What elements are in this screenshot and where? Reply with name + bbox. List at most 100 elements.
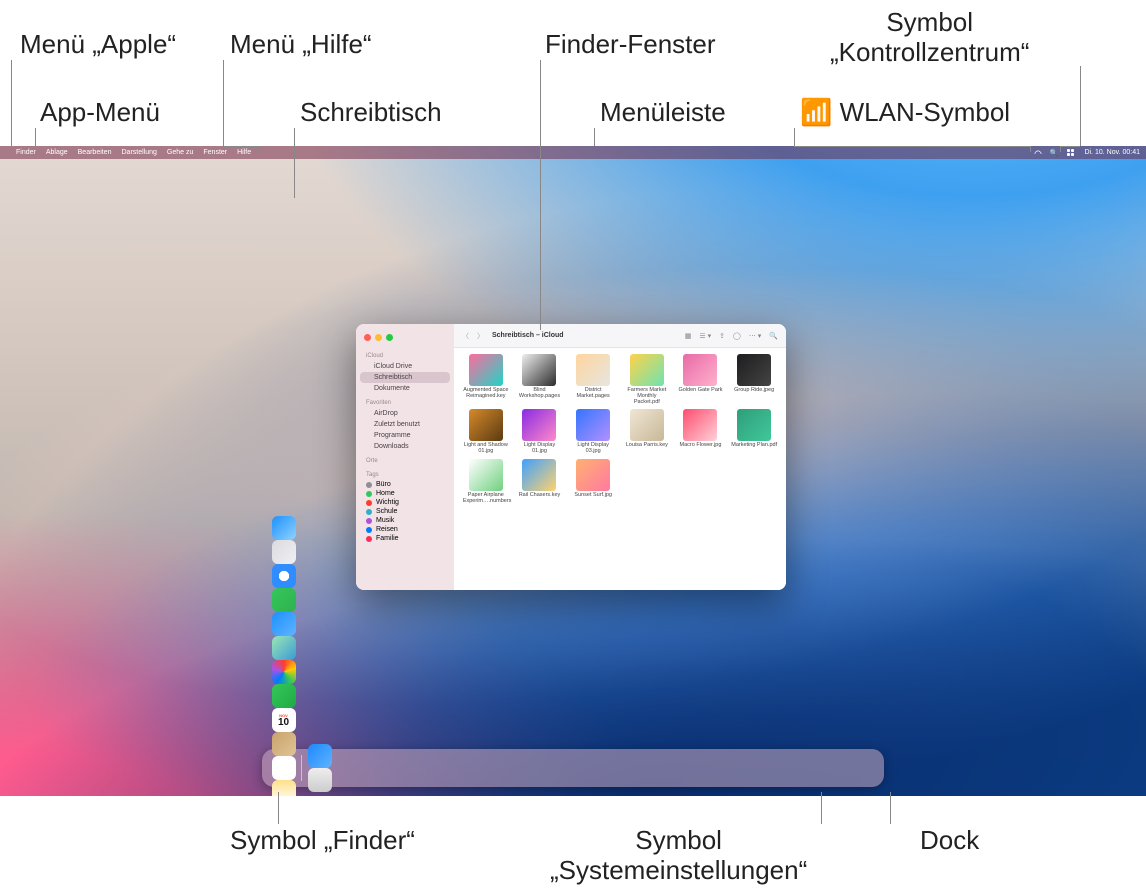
menu-darstellung[interactable]: Darstellung (122, 149, 157, 156)
sidebar-item-schreibtisch[interactable]: Schreibtisch (360, 372, 450, 383)
close-button[interactable] (364, 334, 371, 341)
tag-familie[interactable]: Familie (356, 534, 454, 543)
file-name: Rail Chasers.key (519, 493, 561, 499)
file-item[interactable]: Farmers Market Monthly Packet.pdf (623, 354, 671, 405)
sidebar-item-programme[interactable]: Programme (356, 430, 454, 441)
search-button[interactable]: 🔍 (769, 332, 778, 340)
file-item[interactable]: Golden Gate Park (677, 354, 725, 405)
file-thumbnail (469, 409, 503, 441)
tag-label: Reisen (376, 526, 398, 533)
sidebar-item-zuletzt-benutzt[interactable]: Zuletzt benutzt (356, 419, 454, 430)
tag-büro[interactable]: Büro (356, 480, 454, 489)
tag-wichtig[interactable]: Wichtig (356, 498, 454, 507)
finder-window[interactable]: iCloud iCloud DriveSchreibtischDokumente… (356, 324, 786, 590)
file-thumbnail (576, 409, 610, 441)
anno-app-menu: App-Menü (40, 98, 160, 128)
tags-button[interactable]: ◯ (733, 332, 741, 340)
anno-help-menu: Menü „Hilfe“ (230, 30, 372, 60)
sidebar-item-dokumente[interactable]: Dokumente (356, 383, 454, 394)
dock-finder-icon[interactable] (272, 516, 296, 540)
dock-separator (301, 755, 302, 781)
file-name: Marketing Plan.pdf (731, 443, 777, 449)
menu-gehe zu[interactable]: Gehe zu (167, 149, 193, 156)
tag-musik[interactable]: Musik (356, 516, 454, 525)
menu-ablage[interactable]: Ablage (46, 149, 68, 156)
desktop[interactable]: Finder Ablage Bearbeiten Darstellung Gehe zu… (0, 146, 1146, 796)
file-item[interactable]: Light Display 01.jpg (516, 409, 564, 455)
dock-notes-icon[interactable] (272, 780, 296, 796)
file-name: Louisa Parris.key (626, 443, 668, 449)
dock-maps-icon[interactable] (272, 636, 296, 660)
file-thumbnail (683, 354, 717, 386)
sidebar-item-icloud-drive[interactable]: iCloud Drive (356, 361, 454, 372)
back-button[interactable]: 〈 (462, 331, 469, 341)
sidebar-section-icloud: iCloud (356, 351, 454, 361)
spotlight-icon[interactable]: 🔍 (1050, 149, 1059, 157)
file-name: Light Display 01.jpg (516, 443, 562, 455)
dock-safari-icon[interactable] (272, 564, 296, 588)
tag-home[interactable]: Home (356, 489, 454, 498)
file-thumbnail (469, 354, 503, 386)
file-thumbnail (522, 354, 556, 386)
dock-contacts-icon[interactable] (272, 732, 296, 756)
menubar-datetime[interactable]: Di. 10. Nov. 00:41 (1084, 149, 1140, 156)
file-item[interactable]: Augmented Space Reimagined.key (462, 354, 510, 405)
dock-reminders-icon[interactable] (272, 756, 296, 780)
actions-button[interactable]: ⋯ ▾ (749, 332, 761, 340)
sidebar-item-downloads[interactable]: Downloads (356, 441, 454, 452)
app-menu[interactable]: Finder (16, 149, 36, 156)
anno-finder-window: Finder-Fenster (545, 30, 716, 60)
control-center-icon[interactable] (1067, 149, 1075, 157)
zoom-button[interactable] (386, 334, 393, 341)
file-item[interactable]: Paper Airplane Experim….numbers (462, 459, 510, 505)
dock-facetime-icon[interactable] (272, 684, 296, 708)
file-thumbnail (630, 354, 664, 386)
dock: NOV10 (262, 749, 884, 787)
file-item[interactable]: Marketing Plan.pdf (730, 409, 778, 455)
dock-calendar-icon[interactable]: NOV10 (272, 708, 296, 732)
dock-launchpad-icon[interactable] (272, 540, 296, 564)
dock-messages-icon[interactable] (272, 588, 296, 612)
file-item[interactable]: Sunset Surf.jpg (569, 459, 617, 505)
forward-button[interactable]: 〉 (477, 331, 484, 341)
file-name: Augmented Space Reimagined.key (463, 388, 509, 400)
menu-bearbeiten[interactable]: Bearbeiten (78, 149, 112, 156)
menu-fenster[interactable]: Fenster (203, 149, 227, 156)
anno-dock: Dock (920, 826, 979, 856)
tag-color-dot (366, 527, 372, 533)
sidebar-item-airdrop[interactable]: AirDrop (356, 408, 454, 419)
finder-icon-grid: Augmented Space Reimagined.key Blind Work… (454, 348, 786, 590)
tag-label: Familie (376, 535, 399, 542)
anno-apple-menu: Menü „Apple“ (20, 30, 176, 60)
tag-label: Musik (376, 517, 394, 524)
dock-downloads-icon[interactable] (308, 744, 332, 768)
file-item[interactable]: District Market.pages (569, 354, 617, 405)
file-thumbnail (576, 354, 610, 386)
wifi-status-icon[interactable] (1033, 149, 1041, 157)
dock-mail-icon[interactable] (272, 612, 296, 636)
file-item[interactable]: Light and Shadow 01.jpg (462, 409, 510, 455)
menu-hilfe[interactable]: Hilfe (237, 149, 251, 156)
finder-main: 〈 〉 Schreibtisch – iCloud ▦ ☰ ▾ ⇪ ◯ ⋯ ▾ … (454, 324, 786, 590)
dock-photos-icon[interactable] (272, 660, 296, 684)
group-button[interactable]: ☰ ▾ (699, 332, 711, 340)
file-name: Golden Gate Park (678, 388, 722, 394)
anno-desktop: Schreibtisch (300, 98, 442, 128)
file-item[interactable]: Light Display 03.jpg (569, 409, 617, 455)
file-item[interactable]: Group Ride.jpeg (730, 354, 778, 405)
file-thumbnail (683, 409, 717, 441)
minimize-button[interactable] (375, 334, 382, 341)
tag-schule[interactable]: Schule (356, 507, 454, 516)
sidebar-section-favorites: Favoriten (356, 398, 454, 408)
file-thumbnail (630, 409, 664, 441)
file-item[interactable]: Blind Workshop.pages (516, 354, 564, 405)
file-thumbnail (522, 409, 556, 441)
file-item[interactable]: Louisa Parris.key (623, 409, 671, 455)
file-item[interactable]: Rail Chasers.key (516, 459, 564, 505)
tag-reisen[interactable]: Reisen (356, 525, 454, 534)
dock-trash-icon[interactable] (308, 768, 332, 792)
sidebar-section-locations: Orte (356, 456, 454, 466)
view-icons-button[interactable]: ▦ (685, 332, 692, 340)
share-button[interactable]: ⇪ (719, 332, 725, 340)
file-item[interactable]: Macro Flower.jpg (677, 409, 725, 455)
